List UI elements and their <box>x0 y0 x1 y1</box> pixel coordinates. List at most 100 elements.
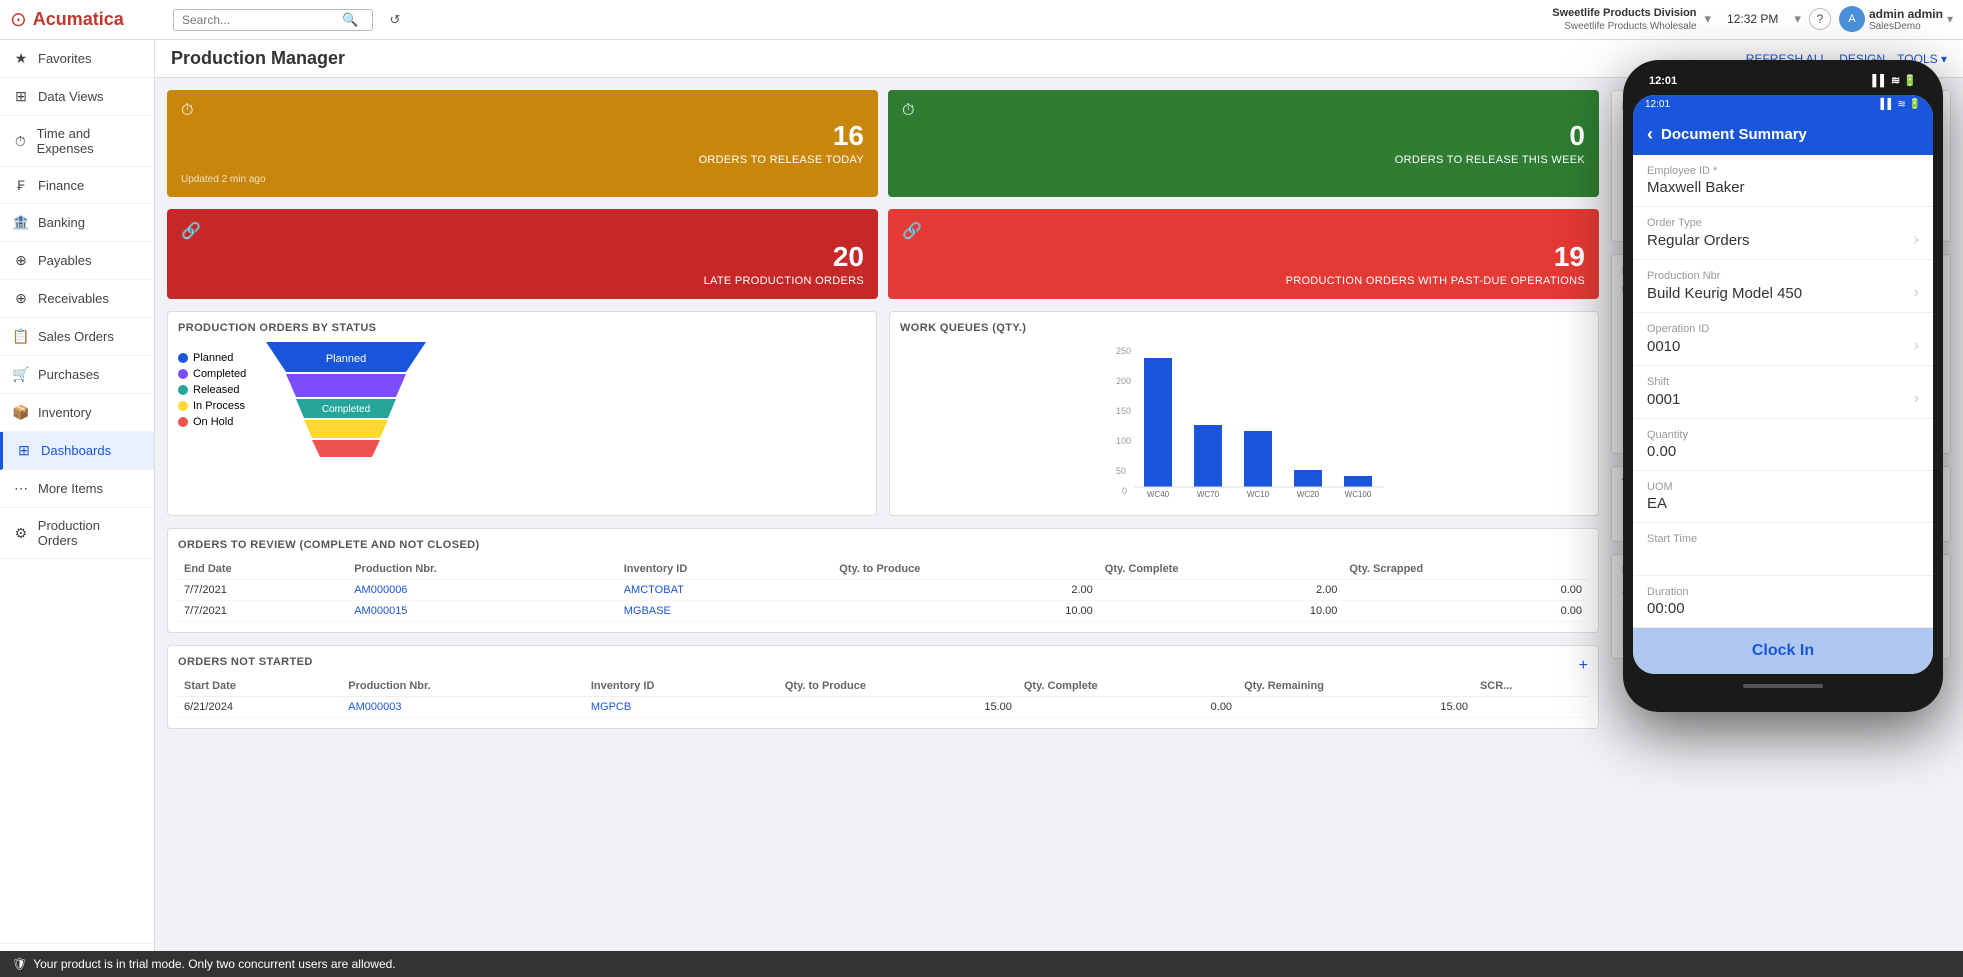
company-dropdown-icon[interactable]: ▾ <box>1705 11 1712 27</box>
sidebar-item-sales-orders[interactable]: 📋 Sales Orders <box>0 318 154 356</box>
add-row-button[interactable]: + <box>1579 657 1588 675</box>
ns-row1-prod-nbr-link[interactable]: AM000003 <box>348 701 401 713</box>
col-qty-scrapped: Qty. Scrapped <box>1343 559 1588 580</box>
prod-nbr-chevron: › <box>1914 284 1919 302</box>
sidebar-label-favorites: Favorites <box>38 51 91 66</box>
row1-prod-nbr[interactable]: AM000006 <box>348 580 618 601</box>
sidebar-label-inventory: Inventory <box>38 405 91 420</box>
legend-dot-planned <box>178 353 188 363</box>
row1-inventory-id[interactable]: AMCTOBAT <box>618 580 834 601</box>
sidebar-item-favorites[interactable]: ★ Favorites <box>0 40 154 78</box>
sidebar-item-more-items[interactable]: ⋯ More Items <box>0 470 154 508</box>
phone-field-order-type[interactable]: Order Type Regular Orders › <box>1633 207 1933 260</box>
kpi-orders-today-number: 16 <box>181 120 864 152</box>
avatar: A <box>1839 6 1865 32</box>
ns-row1-prod-nbr[interactable]: AM000003 <box>342 697 585 718</box>
search-box[interactable]: 🔍 <box>173 9 373 31</box>
kpi-orders-today[interactable]: ⏱ 16 ORDERS TO RELEASE TODAY Updated 2 m… <box>167 90 878 197</box>
trial-bar: 🛡 Your product is in trial mode. Only tw… <box>0 951 1963 977</box>
row2-inventory-link[interactable]: MGBASE <box>624 605 671 617</box>
bar-label-wc20: WC20 <box>1297 490 1320 499</box>
home-bar <box>1743 684 1823 688</box>
phone-screen: 12:01 ▌▌ ≋ 🔋 ‹ Document Summary Employee… <box>1633 95 1933 674</box>
funnel-on-hold <box>312 440 380 457</box>
time-expenses-icon: ⏱ <box>12 133 29 150</box>
operation-id-value: 0010 <box>1647 338 1680 355</box>
purchases-icon: 🛒 <box>12 366 30 383</box>
user-info: A admin admin SalesDemo ▾ <box>1839 6 1953 32</box>
start-time-value <box>1647 547 1919 565</box>
sidebar-item-dashboards[interactable]: ⊞ Dashboards <box>0 432 154 470</box>
ns-row1-start-date: 6/21/2024 <box>178 697 342 718</box>
col-qty-produce2: Qty. to Produce <box>779 676 1018 697</box>
sidebar-item-banking[interactable]: 🏦 Banking <box>0 204 154 242</box>
phone-body: Employee ID * Maxwell Baker Order Type R… <box>1633 155 1933 674</box>
help-button[interactable]: ? <box>1809 8 1831 30</box>
funnel-in-process <box>304 420 388 438</box>
kpi-past-due[interactable]: 🔗 19 PRODUCTION ORDERS WITH PAST-DUE OPE… <box>888 209 1599 299</box>
legend-dot-completed <box>178 369 188 379</box>
user-dropdown-icon[interactable]: ▾ <box>1947 12 1953 26</box>
sidebar-item-data-views[interactable]: ⊞ Data Views <box>0 78 154 116</box>
row2-inventory-id[interactable]: MGBASE <box>618 601 834 622</box>
phone-status-bar: 12:01 ▌▌ ≋ 🔋 <box>1633 95 1933 114</box>
user-role: SalesDemo <box>1869 21 1943 32</box>
order-type-row: Regular Orders › <box>1647 231 1919 249</box>
uom-value: EA <box>1647 495 1919 512</box>
history-button[interactable]: ↺ <box>381 6 409 34</box>
time-dropdown-icon[interactable]: ▾ <box>1794 11 1801 27</box>
sidebar-item-time-expenses[interactable]: ⏱ Time and Expenses <box>0 116 154 167</box>
kpi-late-orders[interactable]: 🔗 20 LATE PRODUCTION ORDERS <box>167 209 878 299</box>
sidebar-label-time-expenses: Time and Expenses <box>37 126 142 156</box>
phone-overlay: 12:01 ▌▌ ≋ 🔋 12:01 ▌▌ ≋ 🔋 ‹ Document Sum… <box>1623 60 1943 712</box>
app-name: Acumatica <box>33 9 124 30</box>
sidebar-item-receivables[interactable]: ⊕ Receivables <box>0 280 154 318</box>
phone-field-operation-id[interactable]: Operation ID 0010 › <box>1633 313 1933 366</box>
legend-on-hold: On Hold <box>178 416 246 428</box>
row2-end-date: 7/7/2021 <box>178 601 348 622</box>
row2-prod-nbr-link[interactable]: AM000015 <box>354 605 407 617</box>
row1-inventory-link[interactable]: AMCTOBAT <box>624 584 684 596</box>
sidebar-item-payables[interactable]: ⊕ Payables <box>0 242 154 280</box>
kpi-orders-week-label: ORDERS TO RELEASE THIS WEEK <box>902 154 1585 166</box>
orders-not-started-header: ORDERS NOT STARTED + <box>178 656 1588 676</box>
sidebar-item-production-orders[interactable]: ⚙ Production Orders <box>0 508 154 559</box>
phone-time: 12:01 <box>1649 75 1677 87</box>
sidebar-item-finance[interactable]: ₣ Finance <box>0 167 154 204</box>
row2-prod-nbr[interactable]: AM000015 <box>348 601 618 622</box>
kpi-past-due-number: 19 <box>902 241 1585 273</box>
orders-to-review-title: ORDERS TO REVIEW (COMPLETE AND NOT CLOSE… <box>178 539 1588 551</box>
col-qty-remaining: Qty. Remaining <box>1238 676 1474 697</box>
phone-back-button[interactable]: ‹ <box>1647 124 1653 145</box>
row1-qty-complete: 2.00 <box>1099 580 1344 601</box>
row1-qty-scrapped: 0.00 <box>1343 580 1588 601</box>
orders-to-review-table: End Date Production Nbr. Inventory ID Qt… <box>178 559 1588 622</box>
phone-field-prod-nbr[interactable]: Production Nbr Build Keurig Model 450 › <box>1633 260 1933 313</box>
logo-icon: ⊙ <box>10 7 27 32</box>
employee-id-label: Employee ID * <box>1647 165 1919 177</box>
bar-wc40 <box>1144 358 1172 487</box>
orders-not-started-title: ORDERS NOT STARTED <box>178 656 313 668</box>
legend-label-released: Released <box>193 384 239 396</box>
phone-field-duration: Duration 00:00 <box>1633 576 1933 628</box>
sidebar-item-inventory[interactable]: 📦 Inventory <box>0 394 154 432</box>
search-input[interactable] <box>182 13 342 27</box>
kpi-late-orders-number: 20 <box>181 241 864 273</box>
ns-row1-inventory-id[interactable]: MGPCB <box>585 697 779 718</box>
phone-field-shift[interactable]: Shift 0001 › <box>1633 366 1933 419</box>
clock-in-button[interactable]: Clock In <box>1633 628 1933 674</box>
table-row: 6/21/2024 AM000003 MGPCB 15.00 0.00 15.0… <box>178 697 1588 718</box>
user-name: admin admin <box>1869 7 1943 21</box>
search-icon: 🔍 <box>342 12 358 28</box>
funnel-svg: Planned Completed <box>256 342 436 502</box>
row1-prod-nbr-link[interactable]: AM000006 <box>354 584 407 596</box>
order-type-chevron: › <box>1914 231 1919 249</box>
company-sub: Sweetlife Products Wholesale <box>1552 20 1696 33</box>
ns-row1-inventory-link[interactable]: MGPCB <box>591 701 631 713</box>
receivables-icon: ⊕ <box>12 290 30 307</box>
kpi-orders-week[interactable]: ⏱ 0 ORDERS TO RELEASE THIS WEEK <box>888 90 1599 197</box>
sidebar-item-purchases[interactable]: 🛒 Purchases <box>0 356 154 394</box>
nav-right: Sweetlife Products Division Sweetlife Pr… <box>1552 6 1953 33</box>
charts-row: PRODUCTION ORDERS BY STATUS Planned Comp… <box>167 311 1599 516</box>
legend-label-completed: Completed <box>193 368 246 380</box>
